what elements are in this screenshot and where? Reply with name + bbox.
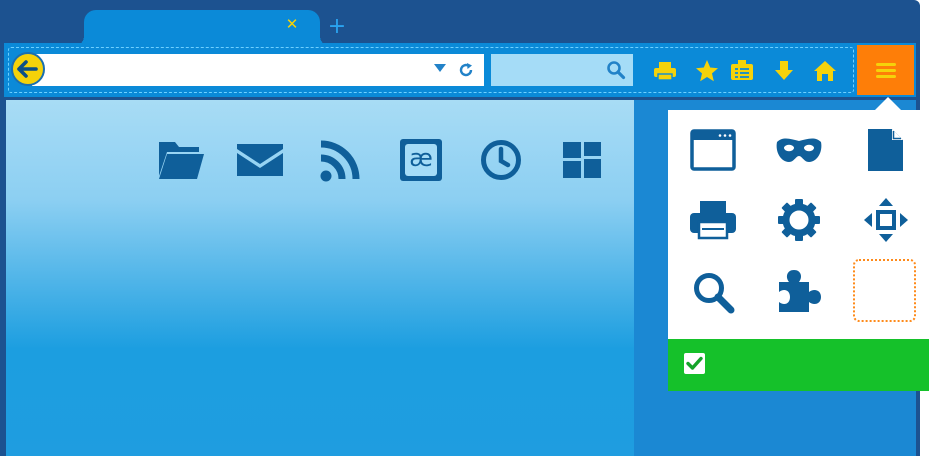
search-icon[interactable] bbox=[606, 60, 626, 80]
tab-active[interactable]: ✕ bbox=[74, 10, 330, 46]
download-icon[interactable] bbox=[771, 58, 797, 84]
fullscreen-icon[interactable] bbox=[862, 196, 910, 244]
back-arrow-icon[interactable] bbox=[11, 52, 45, 86]
panel-arrow bbox=[875, 97, 901, 110]
chevron-down-icon[interactable] bbox=[434, 64, 446, 72]
folder-icon[interactable] bbox=[157, 138, 205, 182]
url-bar[interactable] bbox=[32, 54, 484, 86]
panel-footer[interactable] bbox=[668, 339, 929, 391]
settings-gear-icon[interactable] bbox=[775, 196, 823, 244]
mail-icon[interactable] bbox=[236, 138, 284, 182]
print-icon[interactable] bbox=[689, 196, 737, 244]
reading-list-icon[interactable] bbox=[729, 58, 755, 84]
dashboard-icon[interactable] bbox=[558, 138, 606, 182]
checkmark-icon[interactable] bbox=[684, 353, 705, 374]
rss-icon[interactable] bbox=[318, 138, 366, 182]
encoding-glyph: æ bbox=[409, 144, 433, 172]
home-icon[interactable] bbox=[812, 58, 838, 84]
new-window-icon[interactable] bbox=[689, 126, 737, 174]
history-clock-icon[interactable] bbox=[477, 138, 525, 182]
addons-puzzle-icon[interactable] bbox=[775, 268, 823, 316]
star-icon[interactable] bbox=[694, 58, 720, 84]
new-page-icon[interactable] bbox=[862, 126, 910, 174]
reload-icon[interactable] bbox=[458, 62, 474, 78]
hamburger-menu-icon[interactable] bbox=[857, 45, 914, 95]
text-encoding-icon[interactable]: æ bbox=[397, 138, 445, 182]
plus-icon[interactable]: + bbox=[327, 16, 347, 38]
private-browsing-mask-icon[interactable] bbox=[775, 126, 823, 174]
empty-customize-slot[interactable] bbox=[853, 259, 916, 322]
printer-icon[interactable] bbox=[652, 58, 678, 84]
close-icon[interactable]: ✕ bbox=[284, 16, 300, 32]
find-icon[interactable] bbox=[689, 268, 737, 316]
